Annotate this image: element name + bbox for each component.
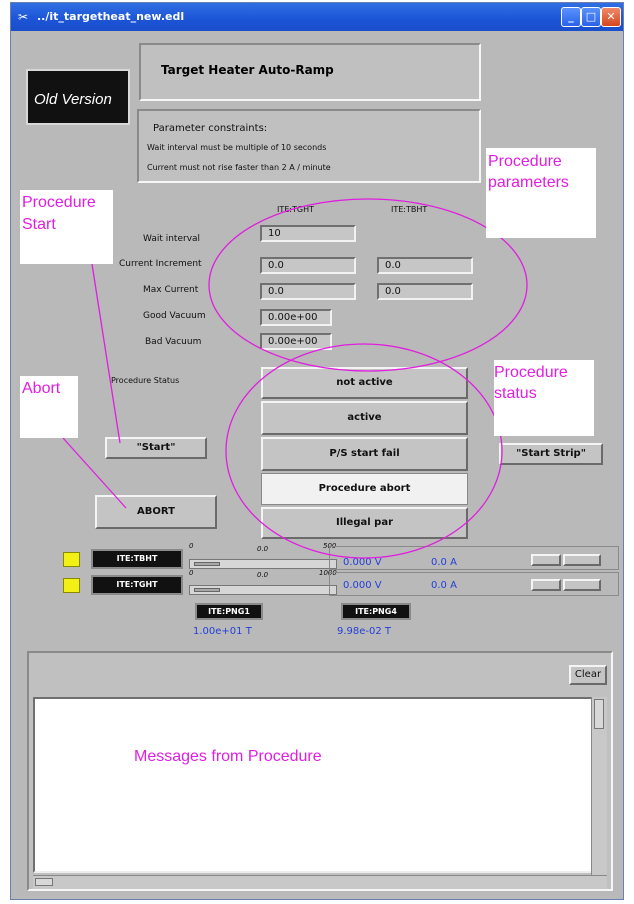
status-highlight-ellipse [225, 343, 503, 559]
procedure-parameters-callout: Procedure parameters [486, 148, 596, 238]
abort-pointer-line [62, 437, 127, 509]
procedure-start-line-2: Start [22, 216, 56, 233]
procedure-start-line-1: Procedure [22, 194, 96, 211]
procedure-start-callout: Procedure Start [20, 190, 113, 264]
start-pointer-line [91, 263, 121, 444]
abort-callout: Abort [20, 376, 78, 438]
procedure-status-line-1: Procedure [494, 364, 568, 381]
parameters-highlight-ellipse [208, 198, 528, 372]
procedure-parameters-line-2: parameters [488, 174, 569, 191]
procedure-status-line-2: status [494, 385, 537, 402]
abort-callout-text: Abort [22, 380, 61, 397]
procedure-status-callout: Procedure status [494, 360, 594, 436]
procedure-parameters-line-1: Procedure [488, 153, 562, 170]
messages-callout: Messages from Procedure [134, 741, 438, 811]
messages-callout-text: Messages from Procedure [134, 748, 322, 765]
